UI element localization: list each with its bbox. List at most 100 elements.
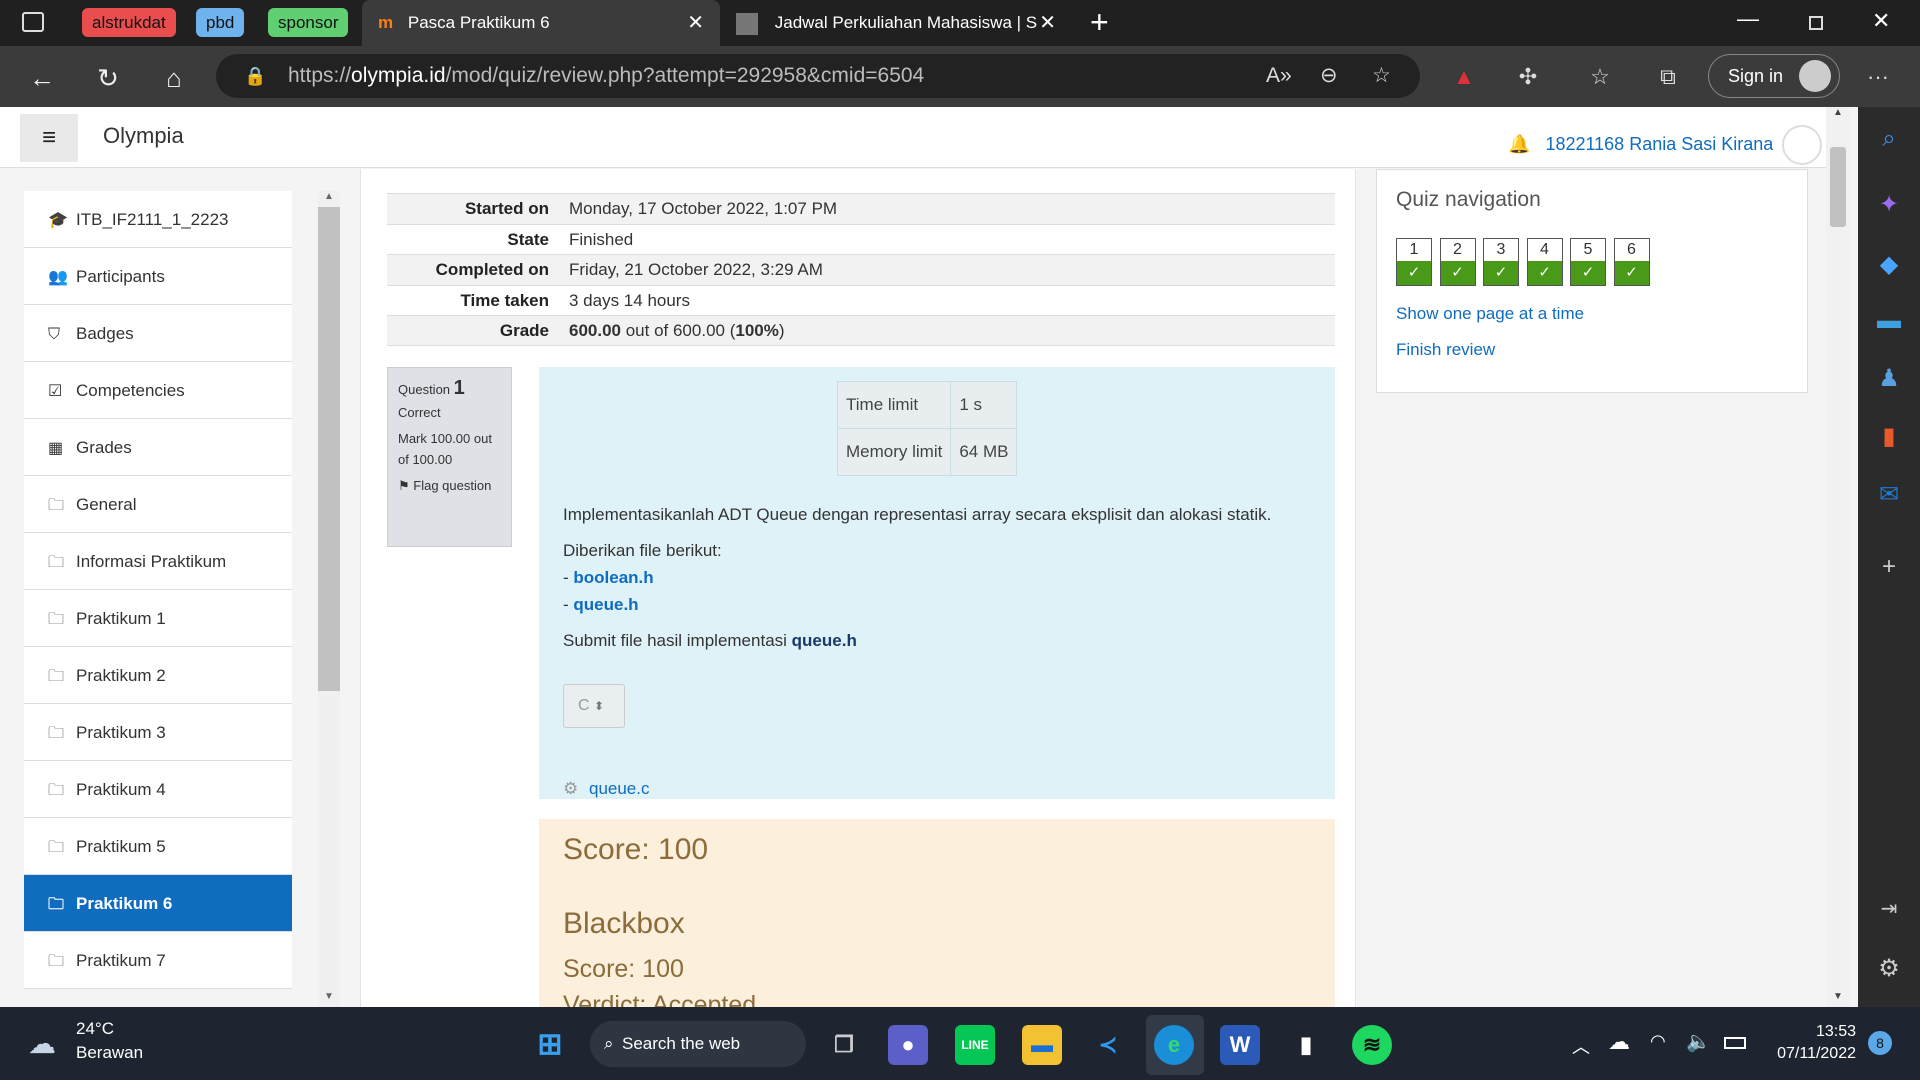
home-button[interactable]: ⌂ [154, 58, 194, 98]
tools-icon[interactable]: ▬ [1871, 303, 1907, 339]
clock[interactable]: 13:53 07/11/2022 [1760, 1021, 1856, 1065]
show-one-page-link[interactable]: Show one page at a time [1396, 304, 1584, 324]
quiz-nav-button[interactable]: 4 ✓ [1526, 238, 1563, 286]
tab-inactive[interactable]: Jadwal Perkuliahan Mahasiswa | S ✕ [720, 0, 1076, 46]
sidebar-item[interactable]: ▦ Grades [24, 419, 292, 476]
attachment-link[interactable]: queue.c [589, 779, 650, 798]
task-view-icon[interactable]: ❐ [824, 1025, 864, 1065]
sidebar-item[interactable]: 🗀 Praktikum 7 [24, 932, 292, 989]
file-explorer-icon[interactable]: ▬ [1022, 1025, 1062, 1065]
file-link-boolean[interactable]: boolean.h [573, 568, 653, 587]
taskbar-search[interactable]: ⌕ Search the web [590, 1021, 806, 1067]
sidebar-item[interactable]: 🗀 Praktikum 3 [24, 704, 292, 761]
back-button[interactable]: ← [22, 58, 62, 98]
discover-icon[interactable]: ✦ [1871, 187, 1907, 223]
notification-badge[interactable]: 8 [1868, 1031, 1892, 1055]
word-icon[interactable]: W [1220, 1025, 1260, 1065]
limit-name: Time limit [836, 381, 952, 429]
correct-check-icon: ✓ [1614, 261, 1649, 285]
add-favorite-icon[interactable]: ☆ [1372, 54, 1391, 98]
notification-bell-icon[interactable]: 🔔 [1508, 134, 1530, 154]
hide-sidebar-icon[interactable]: ⇥ [1871, 891, 1907, 927]
limits-table: Time limit 1 s Memory limit 64 MB [836, 381, 1018, 476]
new-tab-button[interactable]: + [1090, 4, 1109, 41]
read-aloud-icon[interactable]: A» [1266, 54, 1292, 98]
folder-icon: 🗀 [48, 782, 65, 799]
line-app-icon[interactable]: LINE [955, 1025, 995, 1065]
site-name[interactable]: Olympia [103, 123, 184, 149]
sidebar-item[interactable]: ⛉ Badges [24, 305, 292, 362]
scroll-thumb[interactable] [1830, 147, 1846, 227]
folder-icon: 🗀 [48, 497, 65, 514]
quiz-nav-button[interactable]: 3 ✓ [1483, 238, 1519, 286]
close-tab-icon[interactable]: ✕ [1039, 0, 1056, 46]
sidebar-item[interactable]: 🗀 Praktikum 2 [24, 647, 292, 704]
address-bar[interactable]: 🔒 https://olympia.id/mod/quiz/review.php… [216, 54, 1420, 98]
tab-actions-icon[interactable] [22, 12, 44, 32]
sidebar-item[interactable]: 🗀 General [24, 476, 292, 533]
quiz-nav-button[interactable]: 1 ✓ [1396, 238, 1432, 286]
language-select[interactable]: C ⬍ [563, 684, 625, 728]
shopping-tag-icon[interactable]: ◆ [1871, 247, 1907, 283]
refresh-button[interactable]: ↻ [88, 58, 128, 98]
vscode-icon[interactable]: ≺ [1088, 1025, 1128, 1065]
finish-review-link[interactable]: Finish review [1396, 340, 1495, 360]
more-menu-icon[interactable]: ··· [1862, 62, 1894, 92]
search-icon[interactable]: ⌕ [1871, 121, 1907, 157]
show-hidden-icons-icon[interactable]: ︿ [1572, 1033, 1590, 1059]
folder-icon: 🗀 [48, 896, 65, 913]
sidebar-item[interactable]: 🗀 Praktikum 4 [24, 761, 292, 818]
onedrive-icon[interactable]: ☁ [1608, 1029, 1630, 1055]
add-sidebar-app-icon[interactable]: + [1871, 549, 1907, 585]
windows-start-icon[interactable]: ⊞ [530, 1025, 570, 1065]
zoom-icon[interactable]: ⊖ [1320, 54, 1338, 98]
close-window-button[interactable]: ✕ [1872, 8, 1890, 34]
lock-icon[interactable]: 🔒 [244, 54, 266, 98]
flag-question-link[interactable]: ⚑ Flag question [398, 475, 501, 496]
document-icon[interactable]: ▮ [1286, 1025, 1326, 1065]
table-icon: ▦ [48, 440, 64, 457]
sidebar-item[interactable]: 🗀 Informasi Praktikum [24, 533, 292, 590]
question-number: Question 1 [398, 378, 501, 400]
office-icon[interactable]: ▮ [1871, 419, 1907, 455]
chat-icon[interactable]: ● [888, 1025, 928, 1065]
volume-icon[interactable]: 🔈 [1686, 1029, 1711, 1054]
edge-sidebar: ⌕ ✦ ◆ ▬ ♟ ▮ ✉ + ⇥ ⚙ [1858, 107, 1920, 1007]
tab-group-pbd[interactable]: pbd [196, 8, 245, 37]
close-tab-icon[interactable]: ✕ [687, 0, 704, 46]
battery-icon[interactable] [1724, 1037, 1746, 1049]
quiz-nav-button[interactable]: 6 ✓ [1613, 238, 1650, 286]
file-item: - queue.h [563, 595, 639, 614]
extensions-puzzle-icon[interactable]: ✣ [1512, 62, 1544, 92]
tab-active[interactable]: m Pasca Praktikum 6 ✕ [362, 0, 720, 46]
quiz-nav-button[interactable]: 2 ✓ [1439, 238, 1476, 286]
sidebar-item[interactable]: 🗀 Praktikum 6 [24, 875, 292, 932]
sidebar-item[interactable]: 🗀 Praktikum 1 [24, 590, 292, 647]
sidebar-settings-icon[interactable]: ⚙ [1871, 951, 1907, 987]
sidebar-item[interactable]: 🗀 Praktikum 5 [24, 818, 292, 875]
page-scrollbar[interactable]: ▲ ▼ [1826, 107, 1850, 1007]
menu-toggle-button[interactable]: ≡ [20, 114, 78, 162]
file-link-queue[interactable]: queue.h [573, 595, 638, 614]
sidebar-item[interactable]: ☑ Competencies [24, 362, 292, 419]
collections-icon[interactable]: ⧉ [1652, 62, 1684, 92]
sidebar-scrollbar[interactable]: ▲ ▼ [318, 191, 340, 1007]
favorites-icon[interactable]: ☆ [1584, 62, 1616, 92]
tab-group-sponsor[interactable]: sponsor [268, 8, 349, 37]
submit-text: Submit file hasil implementasi [563, 631, 792, 650]
minimize-button[interactable]: — [1737, 6, 1759, 32]
edge-browser-icon[interactable]: e [1154, 1025, 1194, 1065]
sidebar-item[interactable]: 🎓 ITB_IF2111_1_2223 [24, 191, 292, 248]
language-value: C [578, 697, 590, 714]
outlook-icon[interactable]: ✉ [1871, 477, 1907, 513]
extension-icon[interactable]: ▲ [1448, 62, 1480, 92]
spotify-icon[interactable]: ≋ [1352, 1025, 1392, 1065]
restore-button[interactable] [1809, 16, 1823, 30]
games-icon[interactable]: ♟ [1871, 361, 1907, 397]
scroll-thumb[interactable] [318, 207, 340, 691]
quiz-nav-button[interactable]: 5 ✓ [1570, 238, 1606, 286]
sign-in-button[interactable]: Sign in [1708, 54, 1840, 98]
sidebar-item[interactable]: 👥 Participants [24, 248, 292, 305]
tab-group-alstrukdat[interactable]: alstrukdat [82, 8, 176, 37]
wifi-icon[interactable]: ◠ [1650, 1031, 1666, 1052]
